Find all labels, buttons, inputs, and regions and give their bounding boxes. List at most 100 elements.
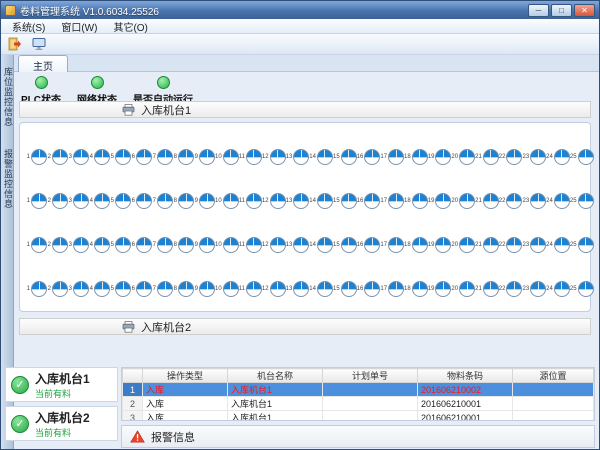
title-bar[interactable]: 卷料管理系统 V1.0.6034.25526 ─ □ ✕	[1, 1, 599, 19]
dial-cell[interactable]: 11	[239, 281, 262, 297]
dial-cell[interactable]: 22	[499, 193, 523, 209]
dial-cell[interactable]: 25	[570, 149, 594, 165]
dial-cell[interactable]: 13	[286, 193, 310, 209]
table-row[interactable]: 3入库入库机台1201606210001	[123, 411, 594, 422]
dial-cell[interactable]: 12	[262, 281, 286, 297]
dial-cell[interactable]: 6	[131, 193, 152, 209]
dial-cell[interactable]: 6	[131, 237, 152, 253]
dial-cell[interactable]: 8	[173, 281, 194, 297]
dial-cell[interactable]: 16	[357, 193, 381, 209]
dial-cell[interactable]: 23	[522, 193, 546, 209]
dial-cell[interactable]: 20	[451, 281, 475, 297]
dial-cell[interactable]: 1	[26, 281, 47, 297]
menu-item[interactable]: 其它(O)	[105, 19, 155, 34]
tab-home[interactable]: 主页	[18, 55, 68, 72]
table-row[interactable]: 1入库入库机台1201606210002	[123, 383, 594, 397]
dial-cell[interactable]: 11	[239, 149, 262, 165]
dial-cell[interactable]: 13	[286, 281, 310, 297]
dial-cell[interactable]: 7	[152, 193, 173, 209]
dial-cell[interactable]: 15	[333, 193, 357, 209]
machine-status-card[interactable]: ✓入库机台2当前有料	[5, 406, 118, 441]
dial-cell[interactable]: 5	[110, 193, 131, 209]
dial-cell[interactable]: 5	[110, 237, 131, 253]
minimize-button[interactable]: ─	[528, 4, 549, 17]
dial-cell[interactable]: 15	[333, 281, 357, 297]
dial-cell[interactable]: 22	[499, 149, 523, 165]
dial-cell[interactable]: 5	[110, 149, 131, 165]
dial-cell[interactable]: 2	[47, 237, 68, 253]
dial-cell[interactable]: 9	[194, 281, 215, 297]
side-tab[interactable]: 库位监控信息	[2, 57, 13, 137]
column-header[interactable]: 物料条码	[418, 369, 513, 383]
dial-cell[interactable]: 3	[68, 149, 89, 165]
dial-cell[interactable]: 11	[239, 193, 262, 209]
dial-cell[interactable]: 25	[570, 281, 594, 297]
printer-icon[interactable]	[122, 321, 135, 333]
dial-cell[interactable]: 9	[194, 193, 215, 209]
dial-cell[interactable]: 9	[194, 237, 215, 253]
dial-cell[interactable]: 20	[451, 149, 475, 165]
menu-item[interactable]: 系统(S)	[4, 19, 53, 34]
dial-cell[interactable]: 7	[152, 281, 173, 297]
dial-cell[interactable]: 10	[215, 237, 239, 253]
dial-cell[interactable]: 18	[404, 281, 428, 297]
column-header[interactable]: 机台名称	[228, 369, 323, 383]
dial-cell[interactable]: 4	[89, 237, 110, 253]
dial-cell[interactable]: 14	[309, 193, 333, 209]
dial-cell[interactable]: 3	[68, 237, 89, 253]
dial-cell[interactable]: 10	[215, 193, 239, 209]
dial-cell[interactable]: 21	[475, 281, 499, 297]
printer-icon[interactable]	[122, 104, 135, 116]
dial-cell[interactable]: 20	[451, 193, 475, 209]
column-header[interactable]: 计划单号	[323, 369, 418, 383]
dial-cell[interactable]: 4	[89, 149, 110, 165]
dial-cell[interactable]: 25	[570, 237, 594, 253]
exit-tool-button[interactable]	[5, 35, 25, 53]
dial-cell[interactable]: 17	[380, 193, 404, 209]
dial-cell[interactable]: 4	[89, 281, 110, 297]
dial-cell[interactable]: 10	[215, 149, 239, 165]
dial-cell[interactable]: 15	[333, 149, 357, 165]
dial-cell[interactable]: 3	[68, 281, 89, 297]
dial-cell[interactable]: 18	[404, 149, 428, 165]
dial-cell[interactable]: 6	[131, 281, 152, 297]
dial-cell[interactable]: 19	[428, 193, 452, 209]
column-header[interactable]: 操作类型	[143, 369, 228, 383]
dial-cell[interactable]: 16	[357, 237, 381, 253]
dial-cell[interactable]: 4	[89, 193, 110, 209]
dial-cell[interactable]: 12	[262, 193, 286, 209]
dial-cell[interactable]: 6	[131, 149, 152, 165]
dial-cell[interactable]: 12	[262, 237, 286, 253]
dial-cell[interactable]: 25	[570, 193, 594, 209]
machine-status-card[interactable]: ✓入库机台1当前有料	[5, 367, 118, 402]
dial-cell[interactable]: 5	[110, 281, 131, 297]
dial-cell[interactable]: 19	[428, 149, 452, 165]
dial-cell[interactable]: 3	[68, 193, 89, 209]
dial-cell[interactable]: 17	[380, 281, 404, 297]
column-header[interactable]: 源位置	[513, 369, 594, 383]
dial-cell[interactable]: 1	[26, 193, 47, 209]
dial-cell[interactable]: 14	[309, 237, 333, 253]
dial-cell[interactable]: 24	[546, 149, 570, 165]
dial-cell[interactable]: 19	[428, 237, 452, 253]
dial-cell[interactable]: 23	[522, 237, 546, 253]
dial-cell[interactable]: 23	[522, 149, 546, 165]
dial-cell[interactable]: 16	[357, 281, 381, 297]
dial-cell[interactable]: 14	[309, 149, 333, 165]
dial-cell[interactable]: 2	[47, 149, 68, 165]
monitor-tool-button[interactable]	[29, 35, 49, 53]
dial-cell[interactable]: 19	[428, 281, 452, 297]
dial-cell[interactable]: 17	[380, 149, 404, 165]
maximize-button[interactable]: □	[551, 4, 572, 17]
dial-cell[interactable]: 21	[475, 149, 499, 165]
close-button[interactable]: ✕	[574, 4, 595, 17]
dial-cell[interactable]: 20	[451, 237, 475, 253]
dial-cell[interactable]: 12	[262, 149, 286, 165]
dial-cell[interactable]: 21	[475, 193, 499, 209]
dial-cell[interactable]: 8	[173, 237, 194, 253]
dial-cell[interactable]: 9	[194, 149, 215, 165]
dial-cell[interactable]: 21	[475, 237, 499, 253]
dial-cell[interactable]: 14	[309, 281, 333, 297]
dial-cell[interactable]: 23	[522, 281, 546, 297]
dial-cell[interactable]: 24	[546, 237, 570, 253]
